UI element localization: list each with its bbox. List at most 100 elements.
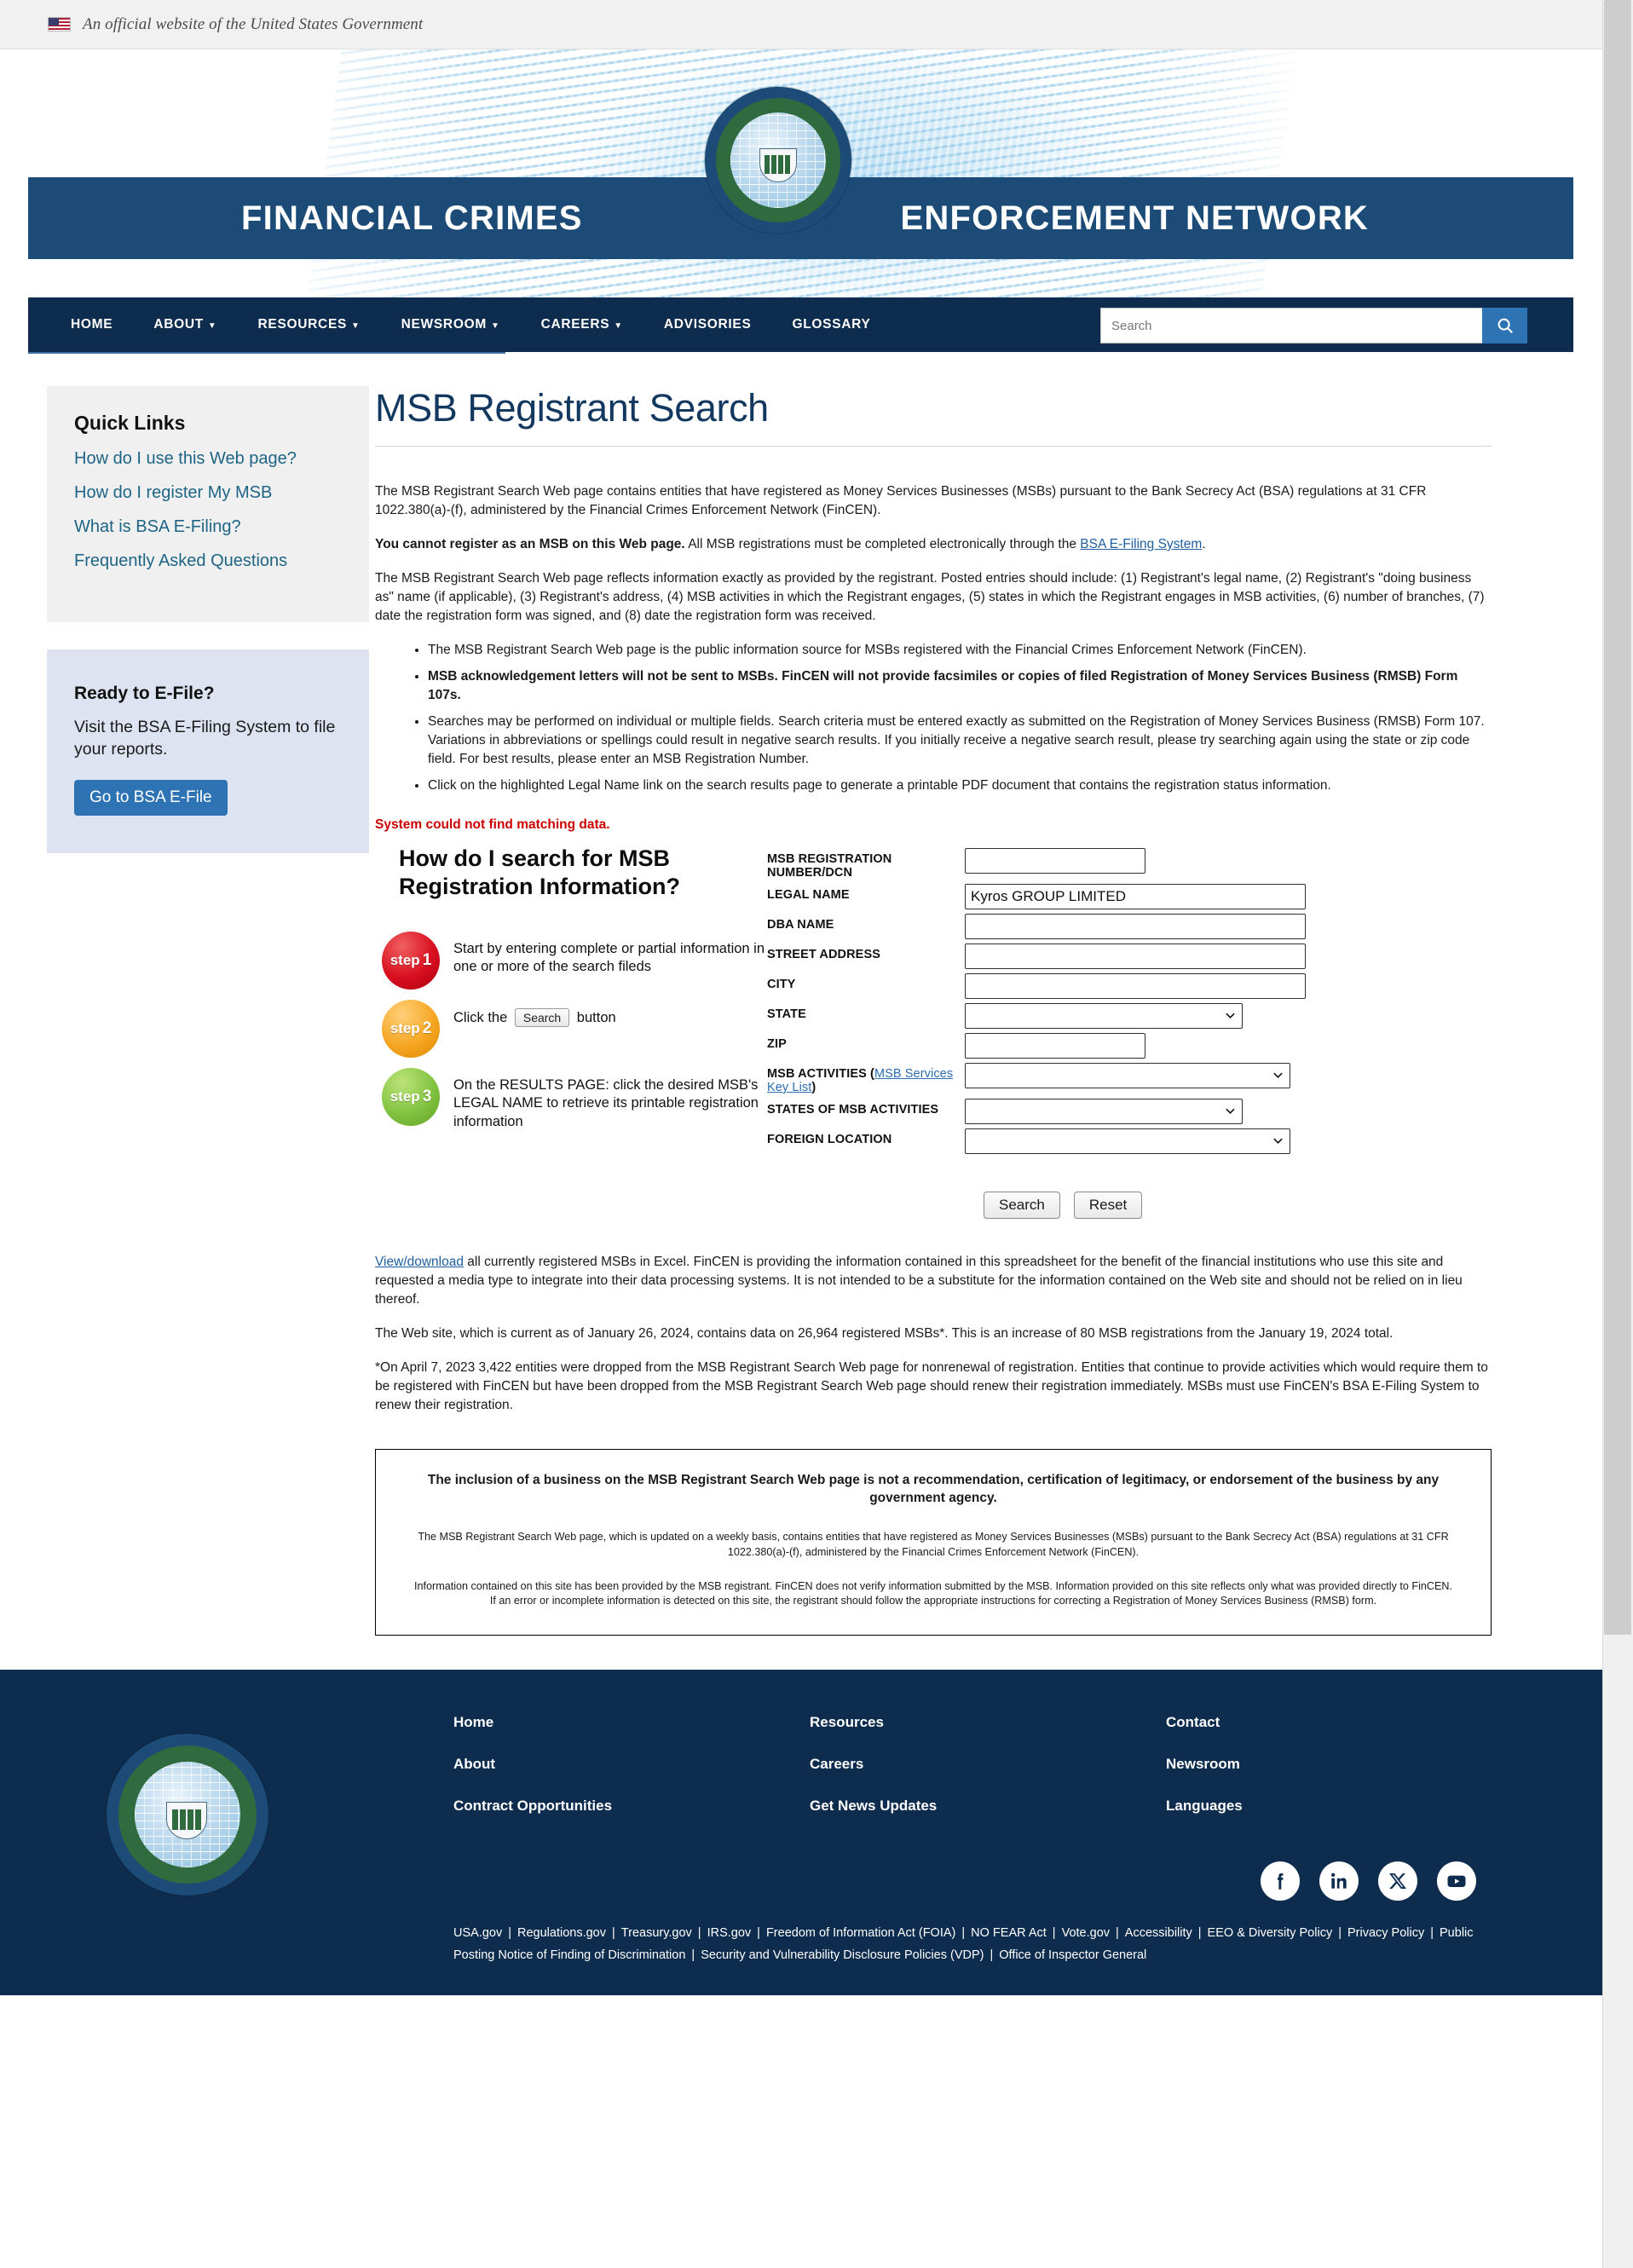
footer-link-careers[interactable]: Careers xyxy=(810,1756,1166,1773)
legal-link-regulationsgov[interactable]: Regulations.gov xyxy=(517,1926,606,1940)
legal-link-treasurygov[interactable]: Treasury.gov xyxy=(621,1926,692,1940)
search-submit-button[interactable] xyxy=(1482,308,1527,343)
footer-link-home[interactable]: Home xyxy=(453,1714,810,1731)
list-item: Searches may be performed on individual … xyxy=(428,713,1492,769)
main-navigation: HOME ABOUT ▼ RESOURCES ▼ NEWSROOM ▼ CAREERS… xyxy=(28,297,1573,354)
state-select[interactable] xyxy=(965,1003,1243,1029)
masthead-fade-left xyxy=(281,49,477,297)
gov-banner-text: An official website of the United States… xyxy=(83,14,424,33)
nav-item-resources[interactable]: RESOURCES ▼ xyxy=(258,317,361,332)
nav-item-careers[interactable]: CAREERS ▼ xyxy=(541,317,623,332)
howto-panel: How do I search for MSB Registration Inf… xyxy=(375,845,767,1219)
page-scrollbar[interactable] xyxy=(1602,0,1633,2268)
nav-label: RESOURCES xyxy=(257,317,348,332)
foreign-location-select-wrap xyxy=(965,1128,1290,1154)
state-select-wrap xyxy=(965,1003,1243,1029)
legal-link-eeo-diversity-policy[interactable]: EEO & Diversity Policy xyxy=(1208,1926,1333,1940)
footer-link-newsroom[interactable]: Newsroom xyxy=(1166,1756,1522,1773)
disclaimer-body-2: Information contained on this site has b… xyxy=(414,1579,1452,1607)
footer-link-about[interactable]: About xyxy=(453,1756,810,1773)
label-msb-activities: MSB ACTIVITIES (MSB Services Key List) xyxy=(767,1067,954,1094)
field-row-street-address: STREET ADDRESS xyxy=(767,944,1492,969)
zip-input[interactable] xyxy=(965,1033,1145,1059)
search-button[interactable]: Search xyxy=(984,1192,1060,1219)
step-2-text: Click the Search button xyxy=(453,1000,616,1028)
howto-step-1: step 1 Start by entering complete or part… xyxy=(382,931,767,990)
street-address-input[interactable] xyxy=(965,944,1306,969)
search-input[interactable] xyxy=(1100,308,1482,343)
dba-name-input[interactable] xyxy=(965,914,1306,939)
masthead-title-left: FINANCIAL CRIMES xyxy=(241,199,583,237)
sidebar-link-faq[interactable]: Frequently Asked Questions xyxy=(74,551,342,571)
legal-separator: | xyxy=(990,1948,994,1962)
masthead: FINANCIAL CRIMES ENFORCEMENT NETWORK xyxy=(0,49,1602,297)
sidebar-link-how-to-use[interactable]: How do I use this Web page? xyxy=(74,448,342,469)
step-2-badge: step 2 xyxy=(382,999,440,1058)
legal-link-votegov[interactable]: Vote.gov xyxy=(1062,1926,1110,1940)
footer-legal-links: USA.gov | Regulations.gov | Treasury.gov | IRS… xyxy=(0,1901,1500,1966)
nav-active-underline xyxy=(28,352,505,354)
footer-link-resources[interactable]: Resources xyxy=(810,1714,1166,1731)
legal-link-privacy-policy[interactable]: Privacy Policy xyxy=(1347,1926,1424,1940)
main-content: MSB Registrant Search The MSB Registrant… xyxy=(375,352,1602,1636)
step-3-text: On the RESULTS PAGE: click the desired M… xyxy=(453,1076,759,1129)
bsa-efiling-link[interactable]: BSA E-Filing System xyxy=(1080,537,1202,551)
legal-name-input[interactable] xyxy=(965,884,1306,909)
legal-separator: | xyxy=(1338,1926,1342,1941)
footer-link-languages[interactable]: Languages xyxy=(1166,1798,1522,1815)
nav-item-newsroom[interactable]: NEWSROOM ▼ xyxy=(401,317,500,332)
facebook-icon[interactable] xyxy=(1261,1861,1300,1902)
legal-link-vdp[interactable]: Security and Vulnerability Disclosure Po… xyxy=(701,1948,984,1962)
x-twitter-icon[interactable] xyxy=(1378,1861,1417,1902)
legal-link-accessibility[interactable]: Accessibility xyxy=(1125,1926,1192,1940)
howto-heading: How do I search for MSB Registration Inf… xyxy=(399,845,680,899)
legal-link-office-of-inspector-general[interactable]: Office of Inspector General xyxy=(999,1948,1146,1962)
page-scrollbar-thumb[interactable] xyxy=(1604,0,1631,1635)
footer-link-contact[interactable]: Contact xyxy=(1166,1714,1522,1731)
youtube-icon[interactable] xyxy=(1437,1861,1476,1902)
step-2-text-after: button xyxy=(573,1009,616,1025)
howto-step-2: step 2 Click the Search button xyxy=(382,999,767,1058)
sidebar-link-what-is-bsa-efiling[interactable]: What is BSA E-Filing? xyxy=(74,517,342,537)
label-state: STATE xyxy=(767,1007,806,1021)
nav-label: CAREERS xyxy=(540,317,610,332)
linkedin-icon[interactable] xyxy=(1319,1861,1359,1902)
label-states-of-msb-activities: STATES OF MSB ACTIVITIES xyxy=(767,1103,939,1117)
go-to-bsa-efile-button[interactable]: Go to BSA E-File xyxy=(74,779,228,816)
legal-link-usagov[interactable]: USA.gov xyxy=(453,1926,502,1940)
msb-registration-number-input[interactable] xyxy=(965,848,1145,874)
footer-column-2: Resources Careers Get News Updates xyxy=(810,1714,1166,1839)
label-msb-activities-text: MSB ACTIVITIES xyxy=(767,1067,867,1081)
city-input[interactable] xyxy=(965,973,1306,999)
view-download-link[interactable]: View/download xyxy=(375,1255,464,1269)
nav-item-glossary[interactable]: GLOSSARY xyxy=(792,317,870,332)
label-street-address: STREET ADDRESS xyxy=(767,948,880,961)
form-actions: Search Reset xyxy=(984,1192,1492,1219)
list-item: MSB acknowledgement letters will not be … xyxy=(428,667,1492,705)
foreign-location-select[interactable] xyxy=(965,1128,1290,1154)
msb-activities-select[interactable] xyxy=(965,1063,1290,1088)
sidebar-link-how-to-register[interactable]: How do I register My MSB xyxy=(74,482,342,503)
step-badge-number: 3 xyxy=(422,1087,432,1105)
reset-button[interactable]: Reset xyxy=(1073,1192,1143,1219)
legal-separator: | xyxy=(612,1926,615,1941)
legal-link-foia[interactable]: Freedom of Information Act (FOIA) xyxy=(766,1926,955,1940)
footer-link-get-news-updates[interactable]: Get News Updates xyxy=(810,1798,1166,1815)
nav-item-about[interactable]: ABOUT ▼ xyxy=(153,317,216,332)
efile-title: Ready to E-File? xyxy=(74,684,215,703)
footer-link-contract-opportunities[interactable]: Contract Opportunities xyxy=(453,1798,810,1815)
msb-search-form: MSB REGISTRATION NUMBER/DCN LEGAL NAME D… xyxy=(767,845,1492,1219)
download-paragraph: View/download all currently registered M… xyxy=(375,1253,1492,1309)
site-footer: Home About Contract Opportunities Resour… xyxy=(0,1670,1602,1996)
legal-link-no-fear-act[interactable]: NO FEAR Act xyxy=(971,1926,1047,1940)
intro-paragraph-1: The MSB Registrant Search Web page conta… xyxy=(375,484,1427,517)
chevron-down-icon: ▼ xyxy=(614,321,623,331)
error-message: System could not find matching data. xyxy=(375,817,610,832)
nav-item-home[interactable]: HOME xyxy=(71,317,113,332)
legal-separator: | xyxy=(691,1948,695,1962)
nav-item-advisories[interactable]: ADVISORIES xyxy=(664,317,752,332)
intro-p2-rest: All MSB registrations must be completed … xyxy=(684,537,1081,551)
states-of-msb-activities-select[interactable] xyxy=(965,1099,1243,1124)
howto-step-3: step 3 On the RESULTS PAGE: click the des… xyxy=(382,1067,767,1131)
legal-link-irsgov[interactable]: IRS.gov xyxy=(707,1926,752,1940)
